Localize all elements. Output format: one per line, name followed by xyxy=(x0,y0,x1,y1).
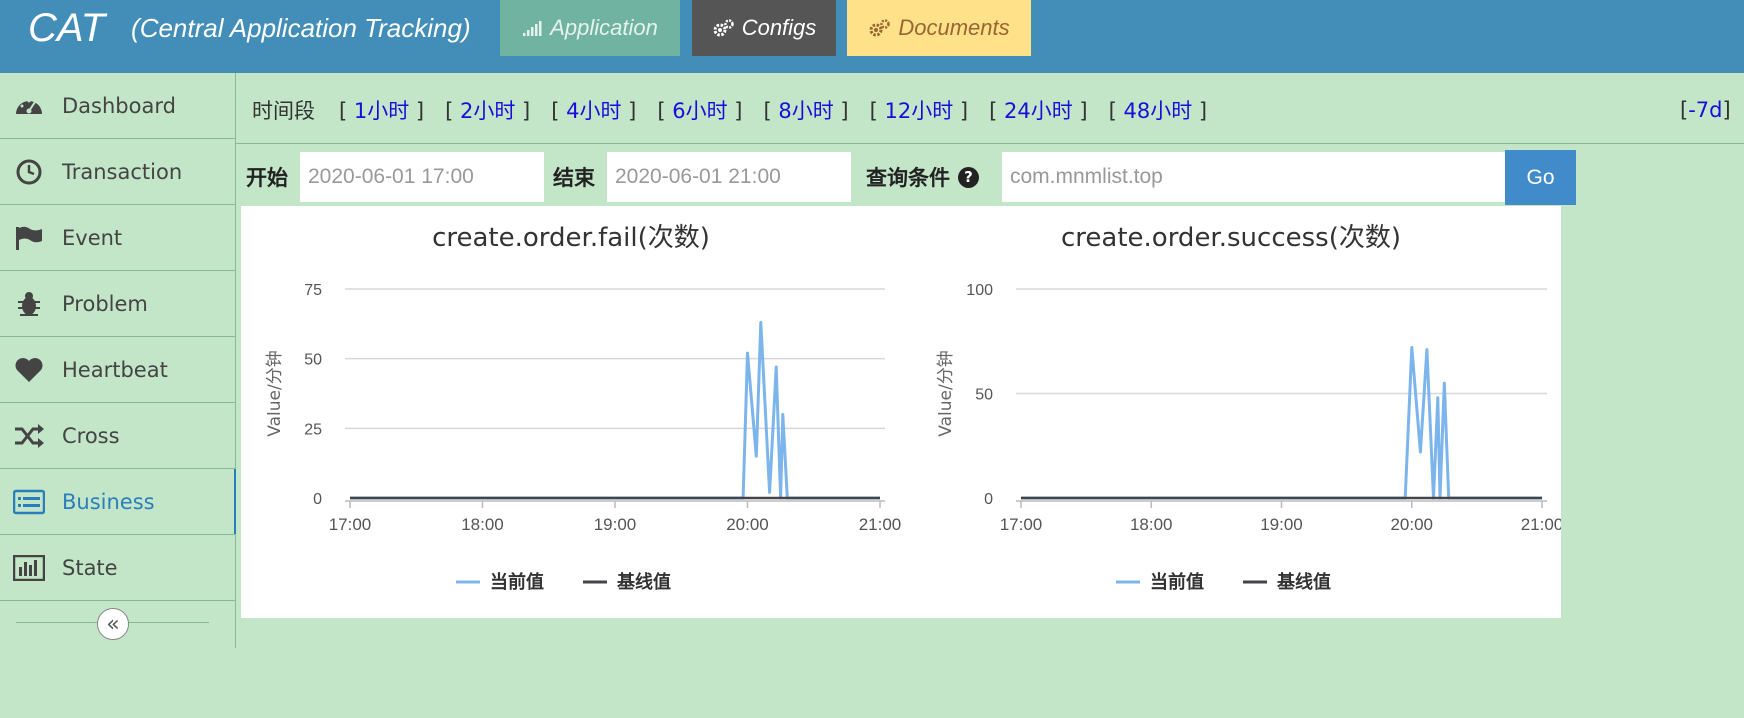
nav-application-label: Application xyxy=(550,15,658,40)
nav-application-button[interactable]: Application xyxy=(500,0,680,56)
x-tick-label: 20:00 xyxy=(1390,515,1433,534)
random-icon xyxy=(12,422,46,450)
y-tick-label: 50 xyxy=(304,352,322,369)
y-tick-label: 0 xyxy=(313,491,322,508)
brand-subtitle: (Central Application Tracking) xyxy=(131,12,471,43)
time-range-1h[interactable]: [ 1小时 ] xyxy=(339,95,424,125)
time-back-7d-label: -7d xyxy=(1688,98,1723,122)
x-tick-label: 18:00 xyxy=(1130,515,1173,534)
x-tick-label: 20:00 xyxy=(726,515,769,534)
time-range-6h-label: 6小时 xyxy=(672,99,728,123)
sidebar-item-label: Business xyxy=(62,489,155,514)
sidebar-item-dashboard[interactable]: Dashboard xyxy=(0,73,235,139)
x-tick-label: 17:00 xyxy=(329,515,372,534)
x-tick-label: 18:00 xyxy=(461,515,504,534)
bar-chart-icon xyxy=(12,554,46,582)
nav-configs-label: Configs xyxy=(741,15,817,40)
nav-documents-label: Documents xyxy=(898,15,1010,40)
sidebar-item-label: Event xyxy=(62,225,123,250)
sidebar-item-heartbeat[interactable]: Heartbeat xyxy=(0,337,235,403)
time-range-label: 时间段 xyxy=(252,99,315,123)
cogs-icon xyxy=(869,19,891,37)
signal-icon xyxy=(523,21,542,36)
x-tick-label: 17:00 xyxy=(1000,515,1043,534)
chart-title: create.order.success(次数) xyxy=(1061,223,1401,253)
charts-svg: create.order.fail(次数) Value/分钟 0 25 50 75 17:0… xyxy=(265,223,1561,593)
flag-icon xyxy=(12,224,46,252)
x-tick-label: 21:00 xyxy=(859,515,902,534)
time-range-8h[interactable]: [ 8小时 ] xyxy=(764,95,849,125)
time-range-bar: 时间段 [ 1小时 ] [ 2小时 ] [ 4小时 ] [ 6小时 ] [ 8小… xyxy=(252,93,1228,127)
time-range-48h-label: 48小时 xyxy=(1123,99,1193,123)
series-line-current xyxy=(1021,346,1542,500)
dashboard-icon xyxy=(12,92,46,120)
time-range-12h[interactable]: [ 12小时 ] xyxy=(870,95,968,125)
end-label: 结束 xyxy=(553,166,595,190)
time-range-24h-label: 24小时 xyxy=(1003,99,1073,123)
y-tick-label: 50 xyxy=(975,387,993,404)
bug-icon xyxy=(12,290,46,318)
series-line-current xyxy=(350,320,880,500)
y-axis-label: Value/分钟 xyxy=(936,350,956,436)
time-range-48h[interactable]: [ 48小时 ] xyxy=(1109,95,1207,125)
time-range-8h-label: 8小时 xyxy=(778,99,834,123)
start-label: 开始 xyxy=(246,166,288,190)
time-back-7d[interactable]: [ -7d ] xyxy=(1680,93,1731,127)
time-range-6h[interactable]: [ 6小时 ] xyxy=(657,95,742,125)
heart-icon xyxy=(12,356,46,384)
sidebar-collapse-row: « xyxy=(0,601,235,644)
x-tick-label: 21:00 xyxy=(1521,515,1561,534)
sidebar-item-label: Heartbeat xyxy=(62,357,168,382)
question-circle-icon[interactable]: ? xyxy=(958,166,979,188)
end-time-input[interactable]: 2020-06-01 21:00 xyxy=(607,152,851,202)
time-range-4h[interactable]: [ 4小时 ] xyxy=(551,95,636,125)
query-condition-input[interactable]: com.mnmlist.top xyxy=(1002,152,1505,202)
sidebar-item-label: Dashboard xyxy=(62,93,176,118)
x-tick-label: 19:00 xyxy=(594,515,637,534)
time-range-2h-label: 2小时 xyxy=(460,99,516,123)
sidebar-item-label: Problem xyxy=(62,291,148,316)
sidebar-item-state[interactable]: State xyxy=(0,535,235,601)
y-tick-label: 75 xyxy=(304,282,322,299)
collapse-sidebar-button[interactable]: « xyxy=(97,608,129,640)
time-range-1h-label: 1小时 xyxy=(353,99,410,123)
sidebar-item-label: Cross xyxy=(62,423,120,448)
brand-name: CAT xyxy=(28,5,106,50)
time-range-12h-label: 12小时 xyxy=(884,99,954,123)
list-icon xyxy=(12,488,46,516)
go-button[interactable]: Go xyxy=(1505,150,1576,205)
y-tick-label: 0 xyxy=(984,491,993,508)
y-axis-label: Value/分钟 xyxy=(265,350,285,436)
sidebar-item-label: State xyxy=(62,555,118,580)
time-range-4h-label: 4小时 xyxy=(566,99,622,123)
brand[interactable]: CAT (Central Application Tracking) xyxy=(28,0,471,56)
chart-title: create.order.fail(次数) xyxy=(432,223,710,253)
legend-label-baseline: 基线值 xyxy=(1276,571,1331,593)
x-tick-label: 19:00 xyxy=(1260,515,1303,534)
time-range-24h[interactable]: [ 24小时 ] xyxy=(989,95,1087,125)
sidebar-item-label: Transaction xyxy=(62,159,183,184)
legend-label-current: 当前值 xyxy=(1150,571,1204,593)
nav-configs-button[interactable]: Configs xyxy=(692,0,836,56)
top-navbar: CAT (Central Application Tracking) Appli… xyxy=(0,0,1744,73)
nav-documents-button[interactable]: Documents xyxy=(847,0,1031,56)
condition-label-wrap: 查询条件 ? xyxy=(866,152,979,202)
clock-icon xyxy=(12,158,46,186)
time-range-2h[interactable]: [ 2小时 ] xyxy=(445,95,530,125)
cogs-icon xyxy=(713,19,734,37)
legend-label-baseline: 基线值 xyxy=(616,571,671,593)
sidebar: Dashboard Transaction Event Problem Hear… xyxy=(0,73,236,648)
condition-label: 查询条件 xyxy=(866,166,950,190)
y-tick-label: 25 xyxy=(304,421,322,438)
legend-label-current: 当前值 xyxy=(490,571,544,593)
charts-panel: create.order.fail(次数) Value/分钟 0 25 50 75 17:0… xyxy=(241,206,1561,618)
sidebar-item-transaction[interactable]: Transaction xyxy=(0,139,235,205)
start-time-input[interactable]: 2020-06-01 17:00 xyxy=(300,152,544,202)
sidebar-item-business[interactable]: Business xyxy=(0,469,236,535)
y-tick-label: 100 xyxy=(966,282,993,299)
sidebar-item-problem[interactable]: Problem xyxy=(0,271,235,337)
divider xyxy=(236,143,1744,144)
sidebar-item-event[interactable]: Event xyxy=(0,205,235,271)
sidebar-item-cross[interactable]: Cross xyxy=(0,403,235,469)
